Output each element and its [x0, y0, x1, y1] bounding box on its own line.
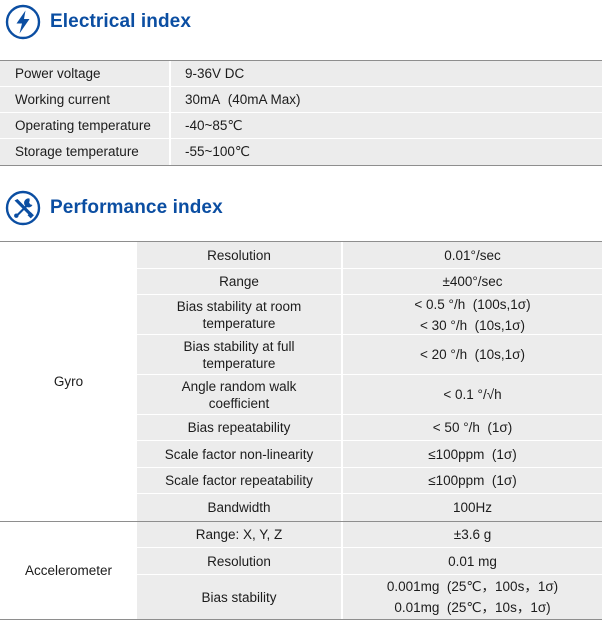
value-text: < 0.5 °/h (100s,1σ) — [414, 296, 531, 312]
param-text: Bias stability at full — [183, 338, 295, 354]
value-cell: -55~100℃ — [185, 144, 251, 159]
performance-title: Performance index — [50, 197, 223, 218]
table-row: Bias stability at room temperature < 0.5 °… — [137, 295, 602, 335]
param-text: Bias repeatability — [187, 420, 291, 435]
param-cell: Bias stability at room temperature — [137, 295, 341, 334]
table-row: Power voltage 9-36V DC — [0, 61, 602, 87]
value-text: 100Hz — [452, 500, 493, 515]
table-row: Resolution 0.01°/sec — [137, 242, 602, 269]
table-row: Storage temperature -55~100℃ — [0, 139, 602, 165]
param-cell: Range — [137, 269, 341, 294]
value-cell: < 20 °/h (10s,1σ) — [343, 335, 602, 374]
value-text: < 50 °/h (1σ) — [432, 420, 513, 435]
value-text: ±400°/sec — [442, 274, 503, 289]
electrical-table: Power voltage 9-36V DC Working current 3… — [0, 60, 602, 166]
table-row: Operating temperature -40~85℃ — [0, 113, 602, 139]
value-text: 0.01 mg — [448, 553, 497, 569]
value-text: ±3.6 g — [453, 527, 492, 542]
param-text: Resolution — [207, 553, 271, 569]
group-label-gyro: Gyro — [0, 242, 137, 521]
accelerometer-rows: Range: X, Y, Z ±3.6 g Resolution 0.01 mg Bia… — [137, 522, 602, 619]
value-text: 0.01mg (25℃，10s，1σ) — [394, 600, 551, 615]
value-cell: 9-36V DC — [185, 66, 245, 81]
value-cell: 0.01 mg — [343, 548, 602, 574]
value-text: ≤100ppm (1σ) — [428, 473, 517, 488]
param-cell: Bias repeatability — [137, 415, 341, 440]
param-cell: Range: X, Y, Z — [137, 522, 341, 547]
table-row: Resolution 0.01 mg — [137, 548, 602, 575]
param-text: Range: X, Y, Z — [195, 527, 283, 542]
performance-header: Performance index — [0, 186, 223, 230]
value-text: 0.001mg (25℃，100s，1σ) — [386, 579, 559, 594]
table-row: Bias stability 0.001mg (25℃，100s，1σ) 0.01m… — [137, 575, 602, 619]
value-cell: -40~85℃ — [185, 118, 243, 133]
electrical-header: Electrical index — [0, 0, 191, 44]
performance-table: Gyro Resolution 0.01°/sec Range ±400°/sec Bi… — [0, 241, 602, 620]
param-cell: Working current — [0, 87, 171, 112]
param-cell: Angle random walk coefficient — [137, 375, 341, 414]
param-text: Bias stability — [201, 589, 277, 605]
param-cell: Bias stability — [137, 575, 341, 619]
table-row: Range: X, Y, Z ±3.6 g — [137, 522, 602, 548]
table-row: Bandwidth 100Hz — [137, 494, 602, 521]
param-cell: Bias stability at full temperature — [137, 335, 341, 374]
param-cell: Scale factor repeatability — [137, 468, 341, 493]
param-cell: Scale factor non-linearity — [137, 441, 341, 467]
table-row: Bias stability at full temperature < 20 °/… — [137, 335, 602, 375]
table-row: Scale factor repeatability ≤100ppm (1σ) — [137, 468, 602, 494]
value-cell: ±400°/sec — [343, 269, 602, 294]
value-cell: 0.01°/sec — [343, 242, 602, 268]
group-label-accelerometer: Accelerometer — [0, 522, 137, 619]
param-text: temperature — [202, 315, 276, 331]
gyro-rows: Resolution 0.01°/sec Range ±400°/sec Bias st… — [137, 242, 602, 521]
value-cell: ±3.6 g — [343, 522, 602, 547]
param-text: Scale factor non-linearity — [164, 446, 314, 462]
table-row: Range ±400°/sec — [137, 269, 602, 295]
value-cell: 100Hz — [343, 494, 602, 521]
param-text: Scale factor repeatability — [165, 473, 313, 488]
param-cell: Operating temperature — [0, 113, 171, 138]
wrench-screwdriver-icon — [4, 189, 42, 227]
table-row: Angle random walk coefficient < 0.1 °/√h — [137, 375, 602, 415]
accelerometer-group: Accelerometer Range: X, Y, Z ±3.6 g Resolu… — [0, 522, 602, 620]
param-cell: Power voltage — [0, 61, 171, 86]
param-text: Range — [219, 274, 259, 289]
electrical-title: Electrical index — [50, 11, 192, 32]
param-text: coefficient — [208, 395, 270, 411]
table-row: Working current 30mA (40mA Max) — [0, 87, 602, 113]
param-text: Bias stability at room — [176, 298, 302, 314]
param-text: temperature — [202, 355, 276, 371]
param-text: Angle random walk — [181, 378, 297, 394]
value-text: 0.01°/sec — [444, 247, 501, 263]
lightning-icon — [4, 3, 42, 41]
gyro-group: Gyro Resolution 0.01°/sec Range ±400°/sec Bi… — [0, 242, 602, 522]
value-text: < 0.1 °/√h — [443, 387, 502, 402]
param-cell: Resolution — [137, 242, 341, 268]
value-text: < 30 °/h (10s,1σ) — [420, 317, 525, 333]
param-cell: Bandwidth — [137, 494, 341, 521]
param-text: Resolution — [207, 247, 271, 263]
value-cell: ≤100ppm (1σ) — [343, 468, 602, 493]
param-cell: Resolution — [137, 548, 341, 574]
value-cell: 0.001mg (25℃，100s，1σ) 0.01mg (25℃，10s，1σ) — [343, 575, 602, 619]
value-text: < 20 °/h (10s,1σ) — [420, 347, 525, 362]
value-text: ≤100ppm (1σ) — [428, 446, 517, 462]
value-cell: < 50 °/h (1σ) — [343, 415, 602, 440]
table-row: Scale factor non-linearity ≤100ppm (1σ) — [137, 441, 602, 468]
param-cell: Storage temperature — [0, 139, 171, 165]
table-row: Bias repeatability < 50 °/h (1σ) — [137, 415, 602, 441]
param-text: Bandwidth — [207, 500, 271, 515]
value-cell: < 0.1 °/√h — [343, 375, 602, 414]
value-cell: 30mA (40mA Max) — [185, 92, 301, 107]
value-cell: ≤100ppm (1σ) — [343, 441, 602, 467]
value-cell: < 0.5 °/h (100s,1σ) < 30 °/h (10s,1σ) — [343, 295, 602, 334]
